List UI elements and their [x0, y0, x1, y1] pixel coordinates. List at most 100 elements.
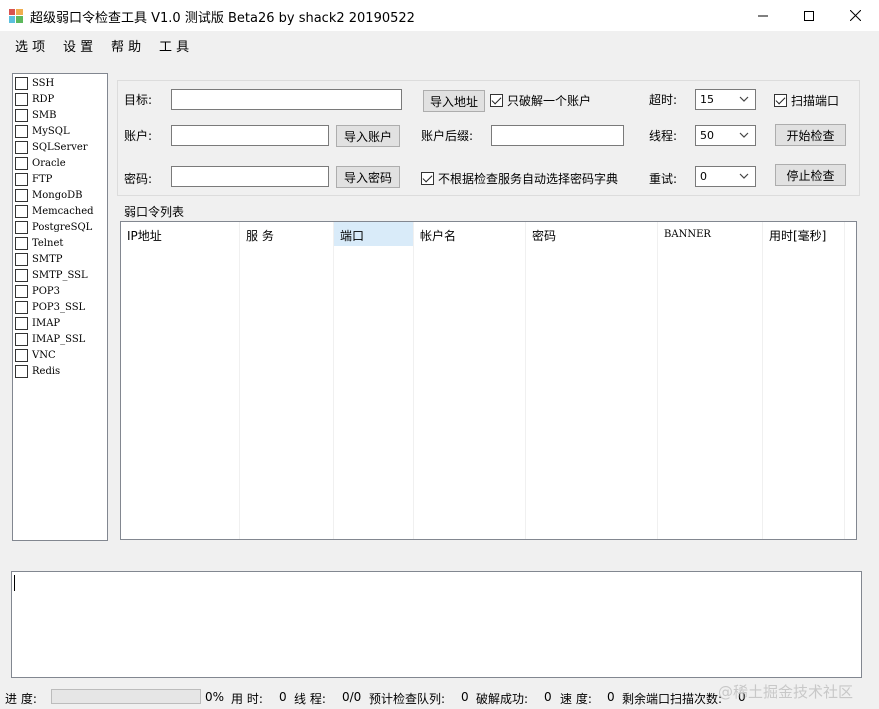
service-label: IMAP_SSL	[32, 333, 86, 345]
service-checkbox[interactable]	[15, 220, 28, 234]
service-item-vnc[interactable]: VNC	[15, 347, 56, 363]
import-password-button[interactable]: 导入密码	[336, 166, 400, 188]
success-label: 破解成功:	[476, 692, 529, 706]
import-target-button[interactable]: 导入地址	[423, 90, 485, 112]
service-checkbox[interactable]	[15, 284, 28, 298]
chevron-down-icon	[739, 173, 749, 179]
account-input[interactable]	[171, 125, 329, 146]
service-checkbox[interactable]	[15, 140, 28, 154]
maximize-icon	[804, 10, 814, 21]
threads-select[interactable]: 50	[695, 125, 756, 146]
remaining-label: 剩余端口扫描次数:	[622, 692, 723, 706]
service-item-imap[interactable]: IMAP	[15, 315, 60, 331]
minimize-button[interactable]	[740, 0, 786, 31]
retry-select[interactable]: 0	[695, 166, 756, 187]
service-checkbox[interactable]	[15, 252, 28, 266]
service-checkbox[interactable]	[15, 268, 28, 282]
close-button[interactable]	[832, 0, 878, 31]
service-checkbox[interactable]	[15, 156, 28, 170]
menu-settings[interactable]: 设 置	[63, 36, 93, 55]
service-item-sqlserver[interactable]: SQLServer	[15, 139, 88, 155]
column-ip: IP地址	[121, 222, 240, 539]
only-crack-one-box[interactable]	[490, 94, 503, 107]
column-header-banner[interactable]: BANNER	[658, 222, 762, 246]
service-item-mongodb[interactable]: MongoDB	[15, 187, 83, 203]
close-icon	[849, 10, 861, 21]
queue-label: 预计检查队列:	[369, 692, 446, 706]
column-header-password[interactable]: 密码	[526, 222, 657, 246]
service-checkbox[interactable]	[15, 92, 28, 106]
service-item-smb[interactable]: SMB	[15, 107, 56, 123]
result-group-label: 弱口令列表	[124, 205, 185, 219]
service-item-ssh[interactable]: SSH	[15, 75, 54, 91]
scan-port-box[interactable]	[774, 94, 787, 107]
progress-label: 进 度:	[5, 692, 37, 706]
success-value: 0	[544, 690, 552, 704]
column-header-ip[interactable]: IP地址	[121, 222, 239, 246]
menu-help[interactable]: 帮 助	[111, 36, 141, 55]
service-checkbox[interactable]	[15, 316, 28, 330]
auto-dict-box[interactable]	[421, 172, 434, 185]
menu-options[interactable]: 选 项	[15, 36, 45, 55]
account-suffix-input[interactable]	[491, 125, 624, 146]
service-checkbox[interactable]	[15, 108, 28, 122]
service-label: SSH	[32, 77, 55, 89]
log-textarea[interactable]	[11, 571, 862, 678]
column-header-username[interactable]: 帐户名	[414, 222, 525, 246]
minimize-icon	[758, 15, 768, 16]
service-label: SMB	[32, 109, 57, 121]
service-item-telnet[interactable]: Telnet	[15, 235, 63, 251]
service-checkbox[interactable]	[15, 76, 28, 90]
service-checkbox[interactable]	[15, 300, 28, 314]
service-item-smtp[interactable]: SMTP	[15, 251, 63, 267]
column-header-port[interactable]: 端口	[334, 222, 413, 246]
service-label: SQLServer	[32, 141, 88, 153]
service-checkbox[interactable]	[15, 188, 28, 202]
maximize-button[interactable]	[786, 0, 832, 31]
auto-dict-checkbox[interactable]: 不根据检查服务自动选择密码字典	[421, 170, 618, 187]
only-crack-one-checkbox[interactable]: 只破解一个账户	[490, 92, 591, 109]
result-table[interactable]: IP地址 服 务 端口 帐户名 密码 BANNER 用时[毫秒]	[120, 221, 857, 540]
account-label: 账户:	[124, 129, 153, 143]
column-header-service[interactable]: 服 务	[240, 222, 333, 246]
stop-check-button[interactable]: 停止检查	[775, 164, 846, 186]
service-checkbox[interactable]	[15, 172, 28, 186]
time-label: 用 时:	[231, 692, 263, 706]
service-label: FTP	[32, 173, 53, 185]
service-checkbox[interactable]	[15, 348, 28, 362]
service-item-imap-ssl[interactable]: IMAP_SSL	[15, 331, 85, 347]
service-item-mysql[interactable]: MySQL	[15, 123, 70, 139]
password-input[interactable]	[171, 166, 329, 187]
service-item-ftp[interactable]: FTP	[15, 171, 52, 187]
scan-port-checkbox[interactable]: 扫描端口	[774, 92, 839, 109]
service-item-oracle[interactable]: Oracle	[15, 155, 66, 171]
service-checkbox[interactable]	[15, 124, 28, 138]
service-label: PostgreSQL	[32, 221, 93, 233]
service-item-postgresql[interactable]: PostgreSQL	[15, 219, 92, 235]
start-check-button[interactable]: 开始检查	[775, 124, 846, 146]
chevron-down-icon	[739, 96, 749, 102]
service-item-pop3[interactable]: POP3	[15, 283, 60, 299]
title-bar: 超级弱口令检查工具 V1.0 测试版 Beta26 by shack2 2019…	[0, 0, 879, 31]
menu-tools[interactable]: 工 具	[159, 36, 189, 55]
menu-bar: 选 项 设 置 帮 助 工 具	[0, 31, 879, 57]
scan-port-label: 扫描端口	[791, 94, 840, 108]
service-checkbox[interactable]	[15, 236, 28, 250]
service-item-pop3-ssl[interactable]: POP3_SSL	[15, 299, 85, 315]
target-input[interactable]	[171, 89, 402, 110]
column-header-time[interactable]: 用时[毫秒]	[763, 222, 844, 246]
service-checkbox[interactable]	[15, 204, 28, 218]
timeout-select[interactable]: 15	[695, 89, 756, 110]
service-label: MySQL	[32, 125, 70, 137]
import-account-button[interactable]: 导入账户	[336, 125, 400, 147]
window-title: 超级弱口令检查工具 V1.0 测试版 Beta26 by shack2 2019…	[30, 11, 415, 26]
service-item-redis[interactable]: Redis	[15, 363, 60, 379]
service-item-smtp-ssl[interactable]: SMTP_SSL	[15, 267, 88, 283]
service-label: MongoDB	[32, 189, 83, 201]
text-cursor	[14, 575, 15, 591]
password-label: 密码:	[124, 172, 153, 186]
service-item-memcached[interactable]: Memcached	[15, 203, 94, 219]
service-checkbox[interactable]	[15, 364, 28, 378]
service-item-rdp[interactable]: RDP	[15, 91, 54, 107]
service-checkbox[interactable]	[15, 332, 28, 346]
